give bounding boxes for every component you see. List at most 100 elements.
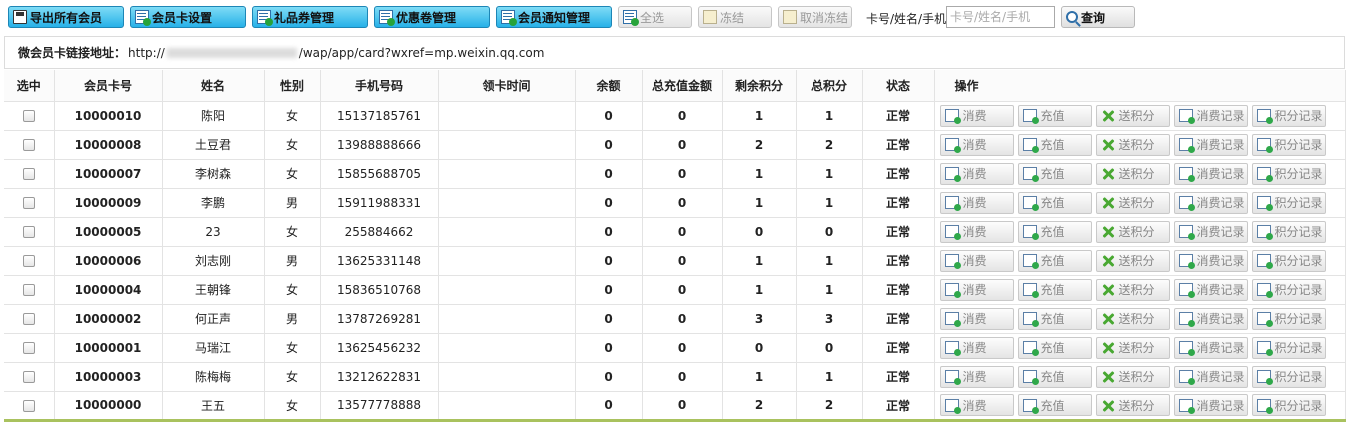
actions-cell: 消费 充值 送积分 消费记录 积分记录 <box>934 362 1346 392</box>
give-points-button[interactable]: 送积分 <box>1095 336 1170 359</box>
recharge-button[interactable]: 充值 <box>1017 162 1092 185</box>
give-points-button[interactable]: 送积分 <box>1095 220 1170 243</box>
consume-button[interactable]: 消费 <box>939 394 1014 416</box>
query-label: 查询 <box>1081 10 1106 25</box>
consume-button[interactable]: 消费 <box>939 104 1014 127</box>
consume-log-button[interactable]: 消费记录 <box>1173 336 1248 359</box>
give-points-button[interactable]: 送积分 <box>1095 394 1170 416</box>
give-points-button[interactable]: 送积分 <box>1095 191 1170 214</box>
recharge-button[interactable]: 充值 <box>1017 365 1092 388</box>
header-claim-time: 领卡时间 <box>438 70 576 102</box>
give-points-icon <box>1101 138 1115 151</box>
consume-log-button[interactable]: 消费记录 <box>1173 278 1248 301</box>
row-checkbox[interactable] <box>22 197 35 209</box>
gender-cell: 女 <box>264 391 321 422</box>
recharge-button[interactable]: 充值 <box>1017 104 1092 127</box>
export-all-members-button[interactable]: 导出所有会员 <box>8 6 124 28</box>
row-checkbox[interactable] <box>22 371 35 383</box>
points-log-button[interactable]: 积分记录 <box>1251 162 1326 185</box>
freeze-icon <box>703 10 717 24</box>
consume-button[interactable]: 消费 <box>939 365 1014 388</box>
phone-cell: 13577778888 <box>320 391 439 422</box>
give-points-button[interactable]: 送积分 <box>1095 133 1170 156</box>
row-checkbox[interactable] <box>22 110 35 122</box>
points-log-button[interactable]: 积分记录 <box>1251 249 1326 272</box>
consume-log-label: 消费记录 <box>1196 196 1245 210</box>
give-points-label: 送积分 <box>1118 225 1155 239</box>
consume-label: 消费 <box>962 283 987 297</box>
query-button[interactable]: 查询 <box>1061 6 1135 28</box>
consume-button[interactable]: 消费 <box>939 278 1014 301</box>
consume-log-button[interactable]: 消费记录 <box>1173 394 1248 416</box>
consume-button[interactable]: 消费 <box>939 162 1014 185</box>
row-checkbox[interactable] <box>22 313 35 325</box>
points-log-icon <box>1256 225 1273 240</box>
recharge-button[interactable]: 充值 <box>1017 278 1092 301</box>
points-log-button[interactable]: 积分记录 <box>1251 220 1326 243</box>
phone-cell: 13625331148 <box>320 246 439 276</box>
phone-cell: 13212622831 <box>320 362 439 392</box>
remaining-points-cell: 1 <box>722 188 797 218</box>
recharge-button[interactable]: 充值 <box>1017 394 1092 416</box>
consume-log-button[interactable]: 消费记录 <box>1173 307 1248 330</box>
points-log-button[interactable]: 积分记录 <box>1251 104 1326 127</box>
points-log-button[interactable]: 积分记录 <box>1251 336 1326 359</box>
card-number-cell: 10000000 <box>54 391 163 422</box>
row-checkbox[interactable] <box>22 139 35 151</box>
consume-button[interactable]: 消费 <box>939 220 1014 243</box>
points-log-button[interactable]: 积分记录 <box>1251 365 1326 388</box>
row-checkbox[interactable] <box>22 342 35 354</box>
consume-log-button[interactable]: 消费记录 <box>1173 365 1248 388</box>
points-log-button[interactable]: 积分记录 <box>1251 278 1326 301</box>
freeze-button[interactable]: 冻结 <box>698 6 772 28</box>
points-log-button[interactable]: 积分记录 <box>1251 191 1326 214</box>
consume-button[interactable]: 消费 <box>939 133 1014 156</box>
consume-button[interactable]: 消费 <box>939 307 1014 330</box>
give-points-button[interactable]: 送积分 <box>1095 365 1170 388</box>
table-row: 10000004 王朝锋女 15836510768 0 0 1 1 正常 消费 充值 送积分 消费记录… <box>4 275 1346 305</box>
select-all-button[interactable]: 全选 <box>618 6 692 28</box>
row-checkbox[interactable] <box>22 284 35 296</box>
gift-voucher-button[interactable]: 礼品券管理 <box>252 6 368 28</box>
member-notify-button[interactable]: 会员通知管理 <box>496 6 612 28</box>
consume-log-label: 消费记录 <box>1196 225 1245 239</box>
give-points-label: 送积分 <box>1118 312 1155 326</box>
give-points-button[interactable]: 送积分 <box>1095 307 1170 330</box>
unfreeze-button[interactable]: 取消冻结 <box>778 6 852 28</box>
recharge-button[interactable]: 充值 <box>1017 307 1092 330</box>
recharge-button[interactable]: 充值 <box>1017 249 1092 272</box>
row-checkbox[interactable] <box>22 399 35 412</box>
total-recharge-cell: 0 <box>642 304 723 334</box>
consume-icon <box>944 283 961 298</box>
consume-log-button[interactable]: 消费记录 <box>1173 191 1248 214</box>
consume-log-button[interactable]: 消费记录 <box>1173 133 1248 156</box>
consume-log-button[interactable]: 消费记录 <box>1173 249 1248 272</box>
coupon-manage-button[interactable]: 优惠卷管理 <box>374 6 490 28</box>
points-log-button[interactable]: 积分记录 <box>1251 133 1326 156</box>
card-settings-button[interactable]: 会员卡设置 <box>130 6 246 28</box>
give-points-button[interactable]: 送积分 <box>1095 162 1170 185</box>
give-points-button[interactable]: 送积分 <box>1095 249 1170 272</box>
consume-button[interactable]: 消费 <box>939 191 1014 214</box>
give-points-button[interactable]: 送积分 <box>1095 278 1170 301</box>
recharge-button[interactable]: 充值 <box>1017 133 1092 156</box>
give-points-button[interactable]: 送积分 <box>1095 104 1170 127</box>
consume-log-icon <box>1178 398 1195 414</box>
points-log-button[interactable]: 积分记录 <box>1251 394 1326 416</box>
consume-button[interactable]: 消费 <box>939 249 1014 272</box>
header-actions: 操作 <box>934 70 1346 102</box>
points-log-button[interactable]: 积分记录 <box>1251 307 1326 330</box>
recharge-button[interactable]: 充值 <box>1017 220 1092 243</box>
search-input[interactable] <box>946 6 1055 28</box>
recharge-button[interactable]: 充值 <box>1017 336 1092 359</box>
consume-log-button[interactable]: 消费记录 <box>1173 104 1248 127</box>
recharge-button[interactable]: 充值 <box>1017 191 1092 214</box>
row-checkbox[interactable] <box>22 255 35 267</box>
row-checkbox[interactable] <box>22 168 35 180</box>
header-status: 状态 <box>862 70 935 102</box>
consume-button[interactable]: 消费 <box>939 336 1014 359</box>
consume-log-button[interactable]: 消费记录 <box>1173 162 1248 185</box>
consume-log-button[interactable]: 消费记录 <box>1173 220 1248 243</box>
row-checkbox[interactable] <box>22 226 35 238</box>
unfreeze-label: 取消冻结 <box>800 10 849 25</box>
